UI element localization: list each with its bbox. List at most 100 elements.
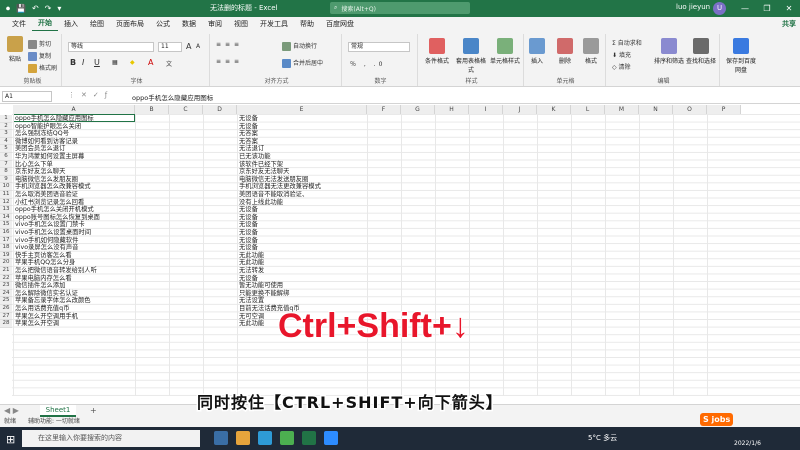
cell-e[interactable]: 已无该功能 bbox=[239, 153, 270, 161]
column-header-j[interactable]: J bbox=[503, 105, 537, 114]
underline-button[interactable]: U bbox=[94, 58, 100, 67]
avatar[interactable]: U bbox=[713, 2, 726, 15]
horizontal-align-icons[interactable]: ≡≡≡ bbox=[216, 58, 243, 65]
cell-a[interactable]: 苹果怎么开空调 bbox=[15, 320, 59, 328]
cell-e[interactable]: 无设备 bbox=[239, 229, 258, 237]
row-header[interactable]: 15 bbox=[0, 221, 12, 229]
cell-a[interactable]: 华为鸿蒙如何设置主屏幕 bbox=[15, 153, 84, 161]
tab-formulas[interactable]: 公式 bbox=[150, 17, 176, 31]
row-header[interactable]: 28 bbox=[0, 320, 12, 328]
windows-start-icon[interactable]: ⊞ bbox=[6, 433, 15, 446]
cell-a[interactable]: vivo手机怎么设置桌面时间 bbox=[15, 229, 91, 237]
tab-insert[interactable]: 插入 bbox=[58, 17, 84, 31]
row-header[interactable]: 3 bbox=[0, 130, 12, 138]
column-header-a[interactable]: A bbox=[13, 105, 135, 114]
row-header[interactable]: 17 bbox=[0, 236, 12, 245]
cell-e[interactable]: 无法退订 bbox=[239, 145, 264, 153]
column-header-f[interactable]: F bbox=[367, 105, 401, 114]
row-header[interactable]: 23 bbox=[0, 282, 12, 290]
format-table-button[interactable]: 套用表格格式 bbox=[454, 38, 488, 74]
insert-cells-button[interactable]: 插入 bbox=[522, 38, 552, 65]
autosave-icon[interactable]: ⏺ bbox=[6, 4, 10, 14]
row-header[interactable]: 27 bbox=[0, 312, 12, 321]
bold-button[interactable]: B bbox=[70, 58, 76, 67]
row-header[interactable]: 14 bbox=[0, 213, 12, 222]
cell-a[interactable]: 手机浏览器怎么改兼容模式 bbox=[15, 183, 91, 191]
tab-draw[interactable]: 绘图 bbox=[84, 17, 110, 31]
font-color-icon[interactable]: A bbox=[148, 58, 153, 67]
column-header-l[interactable]: L bbox=[571, 105, 605, 114]
row-header[interactable]: 1 bbox=[0, 115, 12, 123]
cell-a[interactable]: vivo录屏怎么没有声音 bbox=[15, 244, 78, 252]
cell-a[interactable]: 京东好友怎么聊天 bbox=[15, 168, 65, 176]
grow-font-button[interactable]: A bbox=[186, 42, 191, 51]
cell-e[interactable]: 无设备 bbox=[239, 221, 258, 229]
redo-icon[interactable]: ↷ bbox=[45, 4, 52, 13]
autosum-button[interactable]: Σ 自动求和 bbox=[612, 38, 642, 47]
cell-e[interactable]: 无答案 bbox=[239, 130, 258, 138]
tab-page-layout[interactable]: 页面布局 bbox=[110, 17, 150, 31]
row-header[interactable]: 5 bbox=[0, 145, 12, 153]
clear-button[interactable]: ◇ 清除 bbox=[612, 62, 631, 71]
column-header-c[interactable]: C bbox=[169, 105, 203, 114]
formula-input[interactable]: oppo手机怎么隐藏应用图标 bbox=[132, 92, 213, 102]
fill-color-icon[interactable]: ◆ bbox=[130, 59, 135, 66]
cell-a[interactable]: 怎么强制冻结QQ号 bbox=[15, 130, 69, 138]
row-header[interactable]: 19 bbox=[0, 251, 12, 260]
merge-center-button[interactable]: 合并后居中 bbox=[282, 58, 323, 68]
add-sheet-button[interactable]: + bbox=[90, 406, 97, 415]
row-header[interactable]: 8 bbox=[0, 168, 12, 176]
cell-a[interactable]: 苹果备忘录字体怎么改颜色 bbox=[15, 297, 91, 305]
number-format-select[interactable]: 常规 bbox=[348, 42, 410, 52]
tab-view[interactable]: 视图 bbox=[228, 17, 254, 31]
date-text[interactable]: 2022/1/6 bbox=[734, 440, 761, 447]
task-view-icon[interactable] bbox=[214, 431, 228, 445]
weather-text[interactable]: 5°C 多云 bbox=[588, 433, 617, 443]
excel-icon[interactable] bbox=[302, 431, 316, 445]
column-header-k[interactable]: K bbox=[537, 105, 571, 114]
undo-icon[interactable]: ↶ bbox=[32, 4, 39, 13]
wrap-text-button[interactable]: 自动换行 bbox=[282, 41, 317, 51]
row-header[interactable]: 13 bbox=[0, 206, 12, 214]
edge-icon[interactable] bbox=[258, 431, 272, 445]
copy-button[interactable]: 复制 bbox=[28, 51, 51, 61]
row-header[interactable]: 7 bbox=[0, 160, 12, 169]
minimize-icon[interactable]: — bbox=[735, 0, 755, 17]
formula-icons[interactable]: ⋮✕✓ƒ bbox=[68, 91, 113, 99]
cell-e[interactable]: 无法转发 bbox=[239, 267, 264, 275]
close-icon[interactable]: ✕ bbox=[779, 0, 799, 17]
restore-icon[interactable]: ❐ bbox=[757, 0, 777, 17]
tab-baidu[interactable]: 百度网盘 bbox=[320, 17, 360, 31]
cell-a[interactable]: 苹果手机QQ怎么分身 bbox=[15, 259, 75, 267]
row-header[interactable]: 26 bbox=[0, 305, 12, 313]
row-header[interactable]: 16 bbox=[0, 229, 12, 237]
column-header-b[interactable]: B bbox=[135, 105, 169, 114]
cell-e[interactable]: 暂无功能可使用 bbox=[239, 282, 283, 290]
search-input[interactable]: ⌕ 搜索(Alt+Q) bbox=[330, 2, 470, 14]
tab-file[interactable]: 文件 bbox=[6, 17, 32, 31]
row-header[interactable]: 4 bbox=[0, 137, 12, 146]
row-header[interactable]: 20 bbox=[0, 259, 12, 267]
row-header[interactable]: 12 bbox=[0, 198, 12, 207]
row-header[interactable]: 24 bbox=[0, 289, 12, 298]
cell-a[interactable]: 怎么用话费充值q币 bbox=[15, 305, 69, 313]
user-name[interactable]: luo jieyun bbox=[676, 3, 710, 11]
row-header[interactable]: 22 bbox=[0, 274, 12, 283]
save-icon[interactable]: 💾 bbox=[16, 4, 26, 13]
row-header[interactable]: 9 bbox=[0, 175, 12, 184]
file-explorer-icon[interactable] bbox=[236, 431, 250, 445]
cell-e[interactable]: 美团语音不能取消验证、 bbox=[239, 191, 308, 199]
cell-e[interactable]: 无此功能 bbox=[239, 320, 264, 328]
tab-help[interactable]: 帮助 bbox=[294, 17, 320, 31]
column-header-d[interactable]: D bbox=[203, 105, 237, 114]
cell-styles-button[interactable]: 单元格样式 bbox=[488, 38, 522, 65]
sort-filter-button[interactable]: 排序和筛选 bbox=[652, 38, 686, 65]
column-header-o[interactable]: O bbox=[673, 105, 707, 114]
fill-button[interactable]: ⬇ 填充 bbox=[612, 50, 631, 59]
cell-a[interactable]: 怎么取消美团语音验证 bbox=[15, 191, 78, 199]
row-header[interactable]: 10 bbox=[0, 183, 12, 191]
number-format-icons[interactable]: ％ , .0 bbox=[350, 59, 385, 68]
row-header[interactable]: 2 bbox=[0, 122, 12, 131]
tab-home[interactable]: 开始 bbox=[32, 16, 58, 32]
cell-e[interactable]: 无设备 bbox=[239, 206, 258, 214]
